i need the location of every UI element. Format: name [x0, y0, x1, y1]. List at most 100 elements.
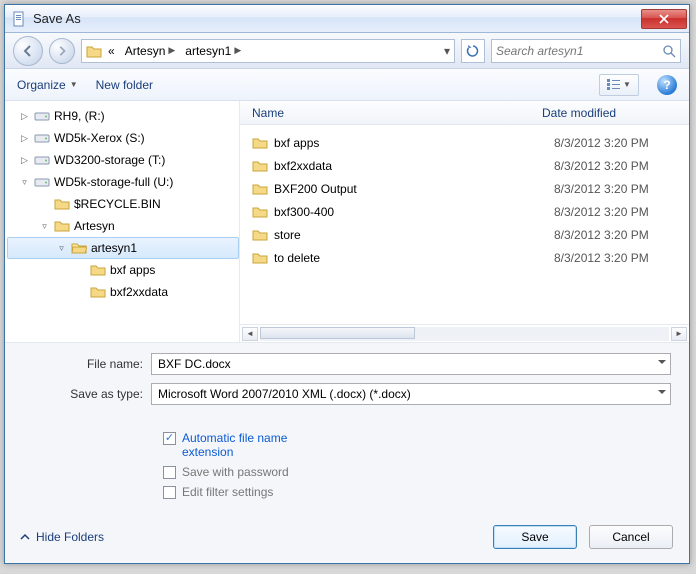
list-item[interactable]: BXF200 Output 8/3/2012 3:20 PM: [252, 177, 689, 200]
folder-icon: [252, 250, 268, 266]
auto-extension-checkbox[interactable]: [163, 432, 176, 445]
drive-icon: [34, 174, 50, 190]
scroll-left-button[interactable]: ◄: [242, 327, 258, 341]
refresh-button[interactable]: [461, 39, 485, 63]
breadcrumb-overflow[interactable]: «: [104, 44, 119, 58]
breadcrumb-segment[interactable]: artesyn1▶: [181, 44, 245, 58]
tree-node-label: bxf apps: [110, 263, 155, 277]
chevron-right-icon: ▶: [234, 45, 241, 56]
form-panel: File name: BXF DC.docx Save as type: Mic…: [5, 342, 689, 517]
tree-node-label: WD5k-storage-full (U:): [54, 175, 173, 189]
dropdown-icon[interactable]: ▾: [444, 44, 450, 58]
tree-node-label: RH9, (R:): [54, 109, 105, 123]
folder-icon: [90, 284, 106, 300]
folder-icon: [252, 181, 268, 197]
folder-tree[interactable]: ▷RH9, (R:)▷WD5k-Xerox (S:)▷WD3200-storag…: [5, 101, 240, 342]
file-list-pane: Name Date modified bxf apps 8/3/2012 3:20…: [240, 101, 689, 342]
item-date: 8/3/2012 3:20 PM: [554, 182, 689, 196]
new-folder-button[interactable]: New folder: [96, 78, 153, 92]
savetype-select[interactable]: Microsoft Word 2007/2010 XML (.docx) (*.…: [151, 383, 671, 405]
chevron-right-icon: ▶: [168, 45, 175, 56]
expand-icon[interactable]: [75, 265, 86, 276]
expand-icon[interactable]: ▷: [19, 155, 30, 166]
folder-icon: [71, 240, 87, 256]
expand-icon[interactable]: ▿: [56, 243, 67, 254]
back-button[interactable]: [13, 36, 43, 66]
save-button[interactable]: Save: [493, 525, 577, 549]
help-button[interactable]: ?: [657, 75, 677, 95]
tree-node-label: artesyn1: [91, 241, 137, 255]
tree-node-label: bxf2xxdata: [110, 285, 168, 299]
save-password-label: Save with password: [182, 465, 289, 479]
document-icon: [11, 11, 27, 27]
breadcrumb-segment[interactable]: Artesyn▶: [121, 44, 180, 58]
options-group: Automatic file name extension Save with …: [23, 413, 671, 505]
titlebar: Save As: [5, 5, 689, 33]
filename-input[interactable]: BXF DC.docx: [151, 353, 671, 375]
list-item[interactable]: bxf2xxdata 8/3/2012 3:20 PM: [252, 154, 689, 177]
tree-node[interactable]: ▷ WD3200-storage (T:): [7, 149, 239, 171]
folder-icon: [252, 158, 268, 174]
expand-icon[interactable]: ▷: [19, 111, 30, 122]
list-item[interactable]: bxf apps 8/3/2012 3:20 PM: [252, 131, 689, 154]
expand-icon[interactable]: [39, 199, 50, 210]
item-date: 8/3/2012 3:20 PM: [554, 159, 689, 173]
search-input[interactable]: Search artesyn1: [491, 39, 681, 63]
expand-icon[interactable]: ▿: [19, 177, 30, 188]
item-name: bxf apps: [274, 136, 319, 150]
chevron-up-icon: [19, 531, 31, 543]
folder-icon: [90, 262, 106, 278]
item-date: 8/3/2012 3:20 PM: [554, 228, 689, 242]
list-header[interactable]: Name Date modified: [240, 101, 689, 125]
view-options-button[interactable]: ▼: [599, 74, 639, 96]
list-item[interactable]: store8/3/2012 3:20 PM: [252, 223, 689, 246]
folder-icon: [54, 218, 70, 234]
tree-node[interactable]: $RECYCLE.BIN: [7, 193, 239, 215]
edit-filter-checkbox[interactable]: [163, 486, 176, 499]
column-name[interactable]: Name: [252, 106, 542, 120]
cancel-button[interactable]: Cancel: [589, 525, 673, 549]
file-list[interactable]: bxf apps 8/3/2012 3:20 PM bxf2xxdata 8/3/20…: [240, 125, 689, 324]
organize-menu[interactable]: Organize▼: [17, 78, 78, 92]
toolbar: Organize▼ New folder ▼ ?: [5, 69, 689, 101]
save-as-dialog: Save As « Artesyn▶ artesyn1▶ ▾ Search ar…: [4, 4, 690, 564]
hide-folders-toggle[interactable]: Hide Folders: [19, 530, 104, 544]
item-name: bxf2xxdata: [274, 159, 332, 173]
close-button[interactable]: [641, 9, 687, 29]
address-bar[interactable]: « Artesyn▶ artesyn1▶ ▾: [81, 39, 455, 63]
tree-node-label: WD3200-storage (T:): [54, 153, 165, 167]
drive-icon: [34, 108, 50, 124]
item-name: BXF200 Output: [274, 182, 357, 196]
expand-icon[interactable]: ▷: [19, 133, 30, 144]
item-date: 8/3/2012 3:20 PM: [554, 251, 689, 265]
tree-node[interactable]: ▿ artesyn1: [7, 237, 239, 259]
column-date[interactable]: Date modified: [542, 106, 677, 120]
tree-node[interactable]: ▷WD5k-Xerox (S:): [7, 127, 239, 149]
tree-node[interactable]: ▿ WD5k-storage-full (U:): [7, 171, 239, 193]
help-icon: ?: [663, 78, 670, 92]
expand-icon[interactable]: [75, 287, 86, 298]
search-icon: [662, 44, 676, 58]
edit-filter-label: Edit filter settings: [182, 485, 273, 499]
folder-icon: [252, 204, 268, 220]
folder-icon: [252, 227, 268, 243]
scroll-thumb[interactable]: [260, 327, 415, 339]
scroll-track[interactable]: [260, 327, 669, 341]
tree-node[interactable]: bxf2xxdata: [7, 281, 239, 303]
filename-label: File name:: [23, 357, 143, 371]
expand-icon[interactable]: ▿: [39, 221, 50, 232]
navigation-bar: « Artesyn▶ artesyn1▶ ▾ Search artesyn1: [5, 33, 689, 69]
item-date: 8/3/2012 3:20 PM: [554, 136, 689, 150]
auto-extension-label[interactable]: Automatic file name extension: [182, 431, 332, 459]
drive-icon: [34, 152, 50, 168]
list-item[interactable]: bxf300-4008/3/2012 3:20 PM: [252, 200, 689, 223]
tree-node[interactable]: ▷ RH9, (R:): [7, 105, 239, 127]
tree-node[interactable]: bxf apps: [7, 259, 239, 281]
forward-button[interactable]: [49, 38, 75, 64]
list-item[interactable]: to delete8/3/2012 3:20 PM: [252, 246, 689, 269]
tree-node[interactable]: ▿Artesyn: [7, 215, 239, 237]
save-password-checkbox[interactable]: [163, 466, 176, 479]
search-placeholder: Search artesyn1: [496, 44, 658, 58]
horizontal-scrollbar[interactable]: ◄ ►: [240, 324, 689, 342]
scroll-right-button[interactable]: ►: [671, 327, 687, 341]
